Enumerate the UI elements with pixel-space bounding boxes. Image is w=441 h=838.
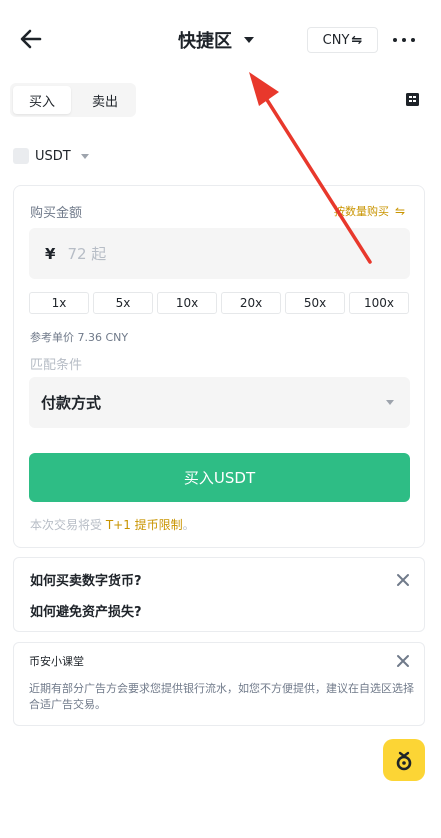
buy-by-quantity-link[interactable]: 按数量购买 ⇋ xyxy=(334,203,405,219)
swap-icon: ⇋ xyxy=(395,204,406,218)
multiplier-5x-button[interactable]: 5x xyxy=(93,292,153,314)
caret-down-icon xyxy=(80,153,89,159)
reference-price: 参考单价 7.36 CNY xyxy=(30,331,129,344)
amount-input-box[interactable]: ¥ xyxy=(29,228,410,279)
faq-card: 如何买卖数字货币? 如何避免资产损失? xyxy=(13,557,425,632)
more-dot-icon xyxy=(393,38,397,42)
payment-method-select[interactable]: 付款方式 xyxy=(29,377,410,428)
asset-selector[interactable]: USDT xyxy=(13,146,89,166)
orders-button[interactable] xyxy=(405,92,420,107)
page-title: 快捷区 xyxy=(178,31,232,52)
more-dot-icon xyxy=(411,38,415,42)
currency-symbol: ¥ xyxy=(45,244,56,263)
multiplier-10x-button[interactable]: 10x xyxy=(157,292,217,314)
close-icon xyxy=(397,574,409,586)
buy-by-quantity-label: 按数量购买 xyxy=(334,205,389,218)
caret-down-icon xyxy=(244,37,254,43)
notice-prefix: 本次交易将受 xyxy=(30,518,106,532)
close-button[interactable] xyxy=(396,572,410,586)
faq-link[interactable]: 如何避免资产损失? xyxy=(30,601,142,620)
tip-card: 币安小课堂 近期有部分广告方会要求您提供银行流水，如您不方便提供，建议在自选区选… xyxy=(13,642,425,726)
caret-down-icon xyxy=(386,400,394,405)
notice-suffix: 。 xyxy=(182,518,195,532)
withdrawal-notice: 本次交易将受 T+1 提币限制。 xyxy=(30,516,195,533)
faq-link[interactable]: 如何买卖数字货币? xyxy=(30,570,142,589)
amount-label: 购买金额 xyxy=(30,206,83,221)
multiplier-row: 1x 5x 10x 20x 50x 100x xyxy=(29,292,410,314)
buy-sell-toggle: 买入 卖出 xyxy=(10,83,136,117)
multiplier-100x-button[interactable]: 100x xyxy=(349,292,409,314)
swap-icon: ⇋ xyxy=(351,32,363,48)
more-menu-button[interactable] xyxy=(393,36,415,44)
tip-body: 近期有部分广告方会要求您提供银行流水，如您不方便提供，建议在自选区选择合适广告交… xyxy=(29,682,414,711)
trade-form-card: 购买金额 按数量购买 ⇋ ¥ 1x 5x 10x 20x 50x 100x 参考… xyxy=(13,185,425,548)
payment-method-label: 付款方式 xyxy=(41,394,102,412)
multiplier-20x-button[interactable]: 20x xyxy=(221,292,281,314)
multiplier-50x-button[interactable]: 50x xyxy=(285,292,345,314)
order-list-icon xyxy=(406,93,419,106)
match-conditions-label: 匹配条件 xyxy=(30,358,83,373)
asset-label: USDT xyxy=(35,148,71,164)
help-fab-button[interactable] xyxy=(383,739,425,781)
fiat-currency-button[interactable]: CNY ⇋ xyxy=(307,27,378,53)
page-title-dropdown[interactable]: 快捷区 xyxy=(178,26,254,54)
top-bar: 快捷区 CNY ⇋ xyxy=(0,0,441,80)
close-button[interactable] xyxy=(396,653,410,667)
back-button[interactable] xyxy=(18,26,44,52)
tip-title: 币安小课堂 xyxy=(29,655,84,668)
tab-buy[interactable]: 买入 xyxy=(13,86,71,114)
multiplier-1x-button[interactable]: 1x xyxy=(29,292,89,314)
t1-restriction-link[interactable]: T+1 提币限制 xyxy=(106,518,183,532)
tab-sell[interactable]: 卖出 xyxy=(76,86,134,114)
currency-label: CNY xyxy=(322,32,350,48)
close-icon xyxy=(397,655,409,667)
more-dot-icon xyxy=(402,38,406,42)
support-icon xyxy=(396,751,412,771)
amount-input[interactable] xyxy=(67,244,318,263)
asset-checkbox[interactable] xyxy=(13,148,29,164)
arrow-left-icon xyxy=(20,29,42,49)
buy-usdt-button[interactable]: 买入USDT xyxy=(29,453,410,502)
